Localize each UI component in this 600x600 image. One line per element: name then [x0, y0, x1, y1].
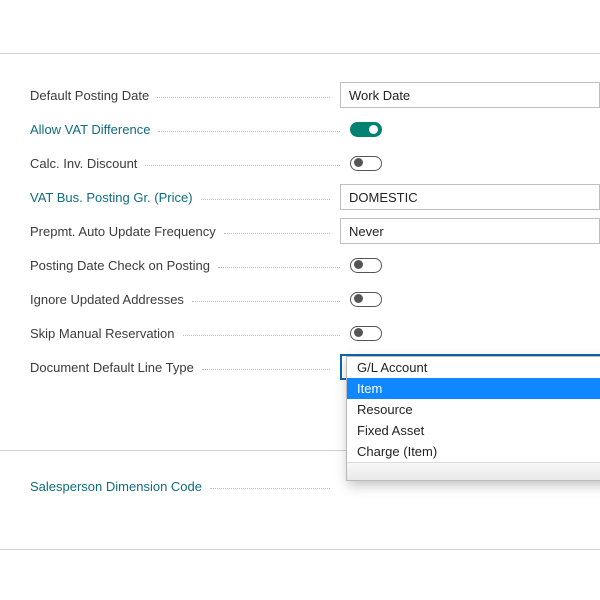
calc-inv-discount-toggle[interactable] — [350, 156, 382, 171]
leader-dots — [202, 369, 330, 370]
dropdown-option[interactable]: G/L Account — [347, 357, 600, 378]
leader-dots — [224, 233, 330, 234]
row-posting-date-check: Posting Date Check on Posting — [30, 248, 600, 282]
document-default-line-type-dropdown[interactable]: G/L AccountItemResourceFixed AssetCharge… — [346, 356, 600, 481]
label-ignore-updated-addresses: Ignore Updated Addresses — [30, 292, 190, 307]
vat-bus-posting-gr-select[interactable]: DOMESTIC — [340, 184, 600, 210]
dropdown-option[interactable]: Resource — [347, 399, 600, 420]
row-ignore-updated-addresses: Ignore Updated Addresses — [30, 282, 600, 316]
row-skip-manual-reservation: Skip Manual Reservation — [30, 316, 600, 350]
default-posting-date-select[interactable]: Work Date — [340, 82, 600, 108]
prepmt-auto-update-select[interactable]: Never — [340, 218, 600, 244]
label-vat-bus-posting-gr: VAT Bus. Posting Gr. (Price) — [30, 190, 199, 205]
leader-dots — [201, 199, 330, 200]
skip-manual-reservation-toggle[interactable] — [350, 326, 382, 341]
row-prepmt-auto-update: Prepmt. Auto Update Frequency Never — [30, 214, 600, 248]
row-default-posting-date: Default Posting Date Work Date — [30, 78, 600, 112]
label-prepmt-auto-update: Prepmt. Auto Update Frequency — [30, 224, 222, 239]
label-allow-vat-difference: Allow VAT Difference — [30, 122, 156, 137]
leader-dots — [158, 131, 340, 132]
default-posting-date-value: Work Date — [349, 88, 410, 103]
dropdown-footer — [347, 462, 600, 480]
posting-date-check-toggle[interactable] — [350, 258, 382, 273]
ignore-updated-addresses-toggle[interactable] — [350, 292, 382, 307]
allow-vat-difference-toggle[interactable] — [350, 122, 382, 137]
row-vat-bus-posting-gr: VAT Bus. Posting Gr. (Price) DOMESTIC — [30, 180, 600, 214]
prepmt-auto-update-value: Never — [349, 224, 384, 239]
leader-dots — [183, 335, 340, 336]
row-calc-inv-discount: Calc. Inv. Discount — [30, 146, 600, 180]
label-document-default-line-type: Document Default Line Type — [30, 360, 200, 375]
label-posting-date-check: Posting Date Check on Posting — [30, 258, 216, 273]
label-default-posting-date: Default Posting Date — [30, 88, 155, 103]
leader-dots — [145, 165, 340, 166]
vat-bus-posting-gr-value: DOMESTIC — [349, 190, 418, 205]
leader-dots — [192, 301, 340, 302]
leader-dots — [218, 267, 340, 268]
leader-dots — [157, 97, 330, 98]
leader-dots — [210, 488, 330, 489]
section-divider-top — [0, 0, 600, 54]
section-divider-bottom — [0, 549, 600, 550]
label-skip-manual-reservation: Skip Manual Reservation — [30, 326, 181, 341]
dropdown-option[interactable]: Item — [347, 378, 600, 399]
label-salesperson-dimension-code: Salesperson Dimension Code — [30, 479, 208, 494]
row-allow-vat-difference: Allow VAT Difference — [30, 112, 600, 146]
label-calc-inv-discount: Calc. Inv. Discount — [30, 156, 143, 171]
dropdown-option[interactable]: Charge (Item) — [347, 441, 600, 462]
dropdown-option[interactable]: Fixed Asset — [347, 420, 600, 441]
